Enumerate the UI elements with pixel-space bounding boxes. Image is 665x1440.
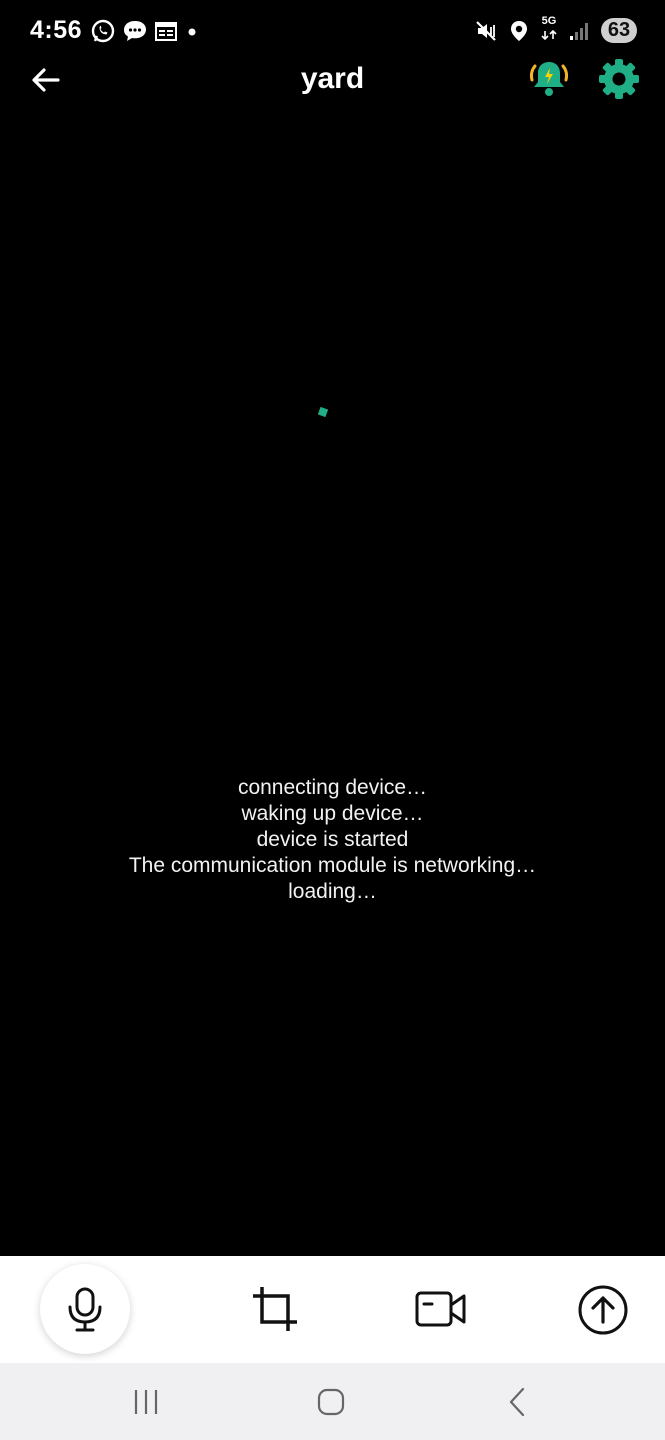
system-status-icons: 5G 63 xyxy=(475,16,637,45)
video-record-icon xyxy=(415,1291,466,1327)
crop-icon xyxy=(253,1287,297,1331)
status-bar: 4:56 5G 63 xyxy=(0,0,665,60)
location-icon xyxy=(511,20,527,41)
home-button[interactable] xyxy=(311,1385,351,1419)
battery-level: 63 xyxy=(601,18,637,43)
whatsapp-icon xyxy=(91,19,115,43)
recent-apps-button[interactable] xyxy=(126,1385,166,1419)
signal-icon xyxy=(570,22,588,40)
status-message: loading… xyxy=(288,880,377,903)
status-message: device is started xyxy=(256,828,409,851)
upload-arrow-icon xyxy=(578,1285,628,1335)
recent-apps-icon xyxy=(134,1390,158,1414)
alarm-button[interactable] xyxy=(527,56,571,100)
status-message: The communication module is networking… xyxy=(128,854,537,877)
status-time: 4:56 xyxy=(30,16,83,44)
system-navigation-bar xyxy=(0,1363,665,1440)
mute-vibrate-icon xyxy=(476,20,496,41)
bottom-toolbar xyxy=(0,1256,665,1363)
back-nav-icon xyxy=(509,1387,525,1417)
talk-button[interactable] xyxy=(40,1264,130,1354)
alarm-bell-icon xyxy=(529,62,569,96)
status-message: connecting device… xyxy=(237,776,428,799)
message-icon xyxy=(124,21,146,41)
5g-icon: 5G xyxy=(539,16,559,45)
network-type-label: 5G xyxy=(541,15,557,27)
gear-icon xyxy=(599,59,639,99)
microphone-icon xyxy=(68,1287,102,1332)
loading-spinner xyxy=(317,406,329,418)
upload-button[interactable] xyxy=(576,1283,630,1337)
home-icon xyxy=(317,1388,345,1416)
connection-status-messages: connecting device… waking up device… dev… xyxy=(0,775,665,905)
screenshot-button[interactable] xyxy=(248,1282,302,1336)
back-nav-button[interactable] xyxy=(497,1385,537,1419)
notification-icons xyxy=(90,18,200,44)
record-button[interactable] xyxy=(413,1282,469,1336)
calendar-icon xyxy=(155,22,177,41)
settings-button[interactable] xyxy=(598,58,640,100)
dot-icon xyxy=(188,28,196,36)
status-message: waking up device… xyxy=(241,802,424,825)
app-header: yard xyxy=(0,56,665,104)
